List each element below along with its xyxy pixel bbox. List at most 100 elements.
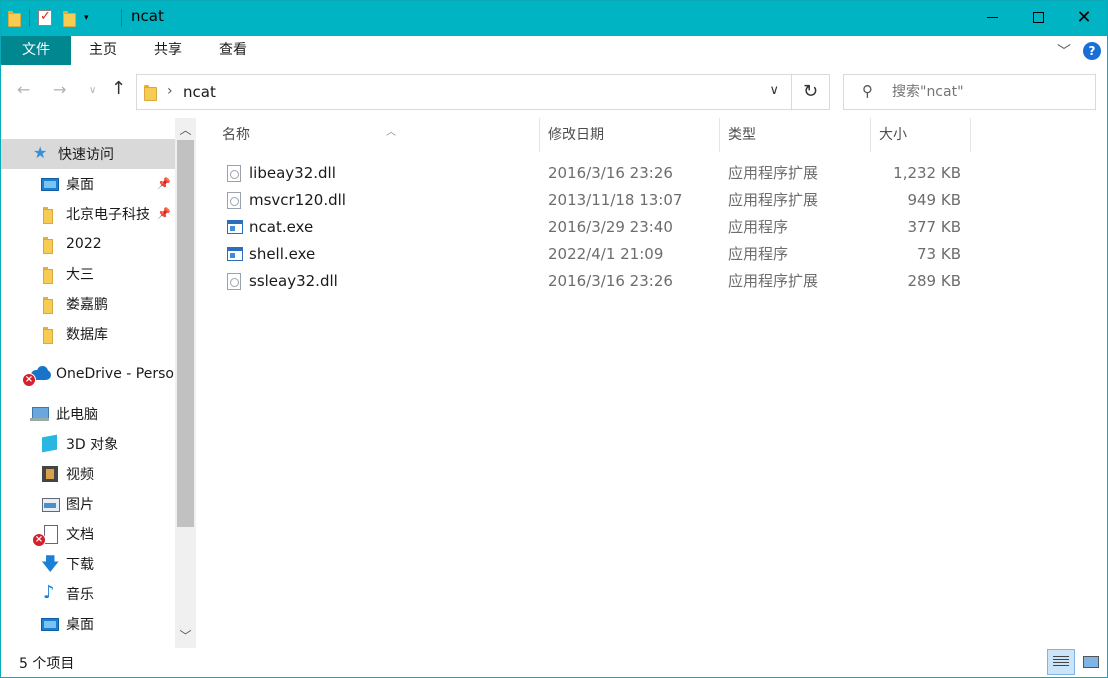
pictures-icon: [41, 495, 60, 513]
tab-view[interactable]: 查看: [201, 36, 265, 65]
customize-toolbar-chevron-icon[interactable]: ▾: [84, 13, 89, 23]
properties-icon[interactable]: [38, 9, 52, 26]
star-icon: [33, 143, 51, 163]
maximize-icon: [1032, 12, 1044, 23]
file-row[interactable]: libeay32.dll 2016/3/16 23:26 应用程序扩展 1,23…: [217, 160, 973, 187]
dll-file-icon: [227, 165, 241, 182]
nav-item-label: 北京电子科技: [66, 207, 150, 223]
folder-icon: [143, 84, 157, 101]
quick-access-toolbar: ▾: [7, 7, 89, 29]
nav-item-quick-access[interactable]: 快速访问: [1, 139, 175, 169]
address-dropdown-chevron-icon[interactable]: ∨: [769, 83, 779, 98]
ribbon-tabs: 文件 主页 共享 查看 ﹀ ?: [1, 36, 1107, 66]
navigation-pane: 快速访问 桌面 📌 北京电子科技 📌 2022 大三 娄嘉鹏 数据库: [1, 118, 197, 648]
window-title: ncat: [131, 7, 164, 25]
tab-home[interactable]: 主页: [71, 36, 135, 65]
folder-icon: [41, 265, 59, 284]
recent-locations-chevron-icon[interactable]: ∨: [89, 85, 96, 96]
folder-icon: [41, 235, 59, 254]
dll-file-icon: [227, 192, 241, 209]
help-icon[interactable]: ?: [1083, 42, 1101, 60]
address-bar[interactable]: › ncat ∨: [136, 74, 792, 110]
nav-item-2022[interactable]: 2022: [1, 229, 175, 259]
file-type: 应用程序扩展: [728, 164, 819, 182]
large-icons-view-icon: [1083, 656, 1099, 668]
file-row[interactable]: shell.exe 2022/4/1 21:09 应用程序 73 KB: [217, 241, 973, 268]
new-folder-icon[interactable]: [62, 10, 76, 27]
nav-item-videos[interactable]: 视频: [1, 459, 175, 489]
breadcrumb-chevron-icon[interactable]: ›: [167, 83, 173, 99]
file-type: 应用程序扩展: [728, 272, 819, 290]
toolbar-divider: [29, 9, 30, 27]
nav-item-beijing-dianzi[interactable]: 北京电子科技 📌: [1, 199, 175, 229]
nav-item-lou-jiapeng[interactable]: 娄嘉鹏: [1, 289, 175, 319]
file-modified: 2022/4/1 21:09: [548, 245, 664, 263]
title-bar[interactable]: ▾ ncat ✕: [1, 1, 1107, 36]
file-size: 289 KB: [907, 272, 961, 290]
close-button[interactable]: ✕: [1061, 1, 1107, 34]
nav-item-desktop[interactable]: 桌面: [1, 609, 175, 639]
nav-item-this-pc[interactable]: 此电脑: [1, 399, 175, 429]
pin-icon: 📌: [157, 207, 171, 220]
nav-item-label: OneDrive - Personal: [56, 366, 175, 382]
folder-icon: [41, 325, 59, 344]
column-header-modified[interactable]: 修改日期: [540, 118, 720, 152]
nav-item-label: 桌面: [66, 617, 94, 633]
file-row[interactable]: ncat.exe 2016/3/29 23:40 应用程序 377 KB: [217, 214, 973, 241]
exe-file-icon: [227, 220, 243, 234]
expand-ribbon-chevron-icon[interactable]: ﹀: [1057, 41, 1071, 61]
file-modified: 2016/3/16 23:26: [548, 272, 673, 290]
column-header-size[interactable]: 大小: [871, 118, 971, 152]
nav-item-junior-year[interactable]: 大三: [1, 259, 175, 289]
nav-item-label: 音乐: [66, 587, 94, 603]
nav-item-pictures[interactable]: 图片: [1, 489, 175, 519]
file-row[interactable]: ssleay32.dll 2016/3/16 23:26 应用程序扩展 289 …: [217, 268, 973, 295]
up-arrow-icon[interactable]: ↑: [111, 78, 126, 99]
scroll-up-chevron-icon[interactable]: ︿: [175, 120, 196, 140]
column-header-name[interactable]: 名称 ︿: [214, 118, 540, 152]
nav-pane-scrollbar[interactable]: ︿ ﹀: [175, 118, 196, 648]
file-modified: 2016/3/16 23:26: [548, 164, 673, 182]
forward-arrow-icon[interactable]: →: [53, 80, 66, 99]
back-arrow-icon[interactable]: ←: [17, 80, 30, 99]
nav-item-documents[interactable]: 文档: [1, 519, 175, 549]
nav-item-database[interactable]: 数据库: [1, 319, 175, 349]
search-icon: ⚲: [862, 82, 873, 100]
maximize-button[interactable]: [1015, 1, 1061, 34]
nav-item-music[interactable]: 音乐: [1, 579, 175, 609]
search-box[interactable]: ⚲: [843, 74, 1096, 110]
file-size: 949 KB: [907, 191, 961, 209]
file-name: libeay32.dll: [249, 164, 336, 182]
minimize-button[interactable]: [969, 1, 1015, 34]
breadcrumb-ncat[interactable]: ncat: [183, 83, 216, 101]
nav-item-downloads[interactable]: 下载: [1, 549, 175, 579]
column-header-type[interactable]: 类型: [720, 118, 871, 152]
search-input[interactable]: [892, 80, 1087, 104]
file-name: ssleay32.dll: [249, 272, 338, 290]
nav-item-label: 3D 对象: [66, 437, 119, 453]
nav-item-label: 文档: [66, 527, 94, 543]
folder-icon: [7, 10, 21, 27]
nav-item-label: 此电脑: [56, 407, 98, 423]
nav-item-3d-objects[interactable]: 3D 对象: [1, 429, 175, 459]
large-icons-view-button[interactable]: [1077, 649, 1105, 675]
refresh-button[interactable]: ↻: [792, 74, 830, 110]
tab-share[interactable]: 共享: [135, 36, 201, 65]
tab-file[interactable]: 文件: [1, 36, 71, 65]
column-header-label: 名称: [222, 127, 250, 143]
details-view-icon: [1053, 656, 1069, 668]
scroll-down-chevron-icon[interactable]: ﹀: [175, 626, 196, 646]
minimize-icon: [986, 17, 998, 18]
nav-item-desktop-pinned[interactable]: 桌面 📌: [1, 169, 175, 199]
file-row[interactable]: msvcr120.dll 2013/11/18 13:07 应用程序扩展 949…: [217, 187, 973, 214]
file-type: 应用程序扩展: [728, 191, 819, 209]
scrollbar-thumb[interactable]: [177, 140, 194, 527]
nav-item-label: 大三: [66, 267, 94, 283]
file-modified: 2013/11/18 13:07: [548, 191, 683, 209]
pc-icon: [30, 405, 49, 423]
navigation-bar: ← → ∨ ↑ › ncat ∨ ↻ ⚲: [1, 66, 1107, 116]
exe-file-icon: [227, 247, 243, 261]
details-view-button[interactable]: [1047, 649, 1075, 675]
window-controls: ✕: [969, 1, 1107, 34]
file-name: shell.exe: [249, 245, 316, 263]
